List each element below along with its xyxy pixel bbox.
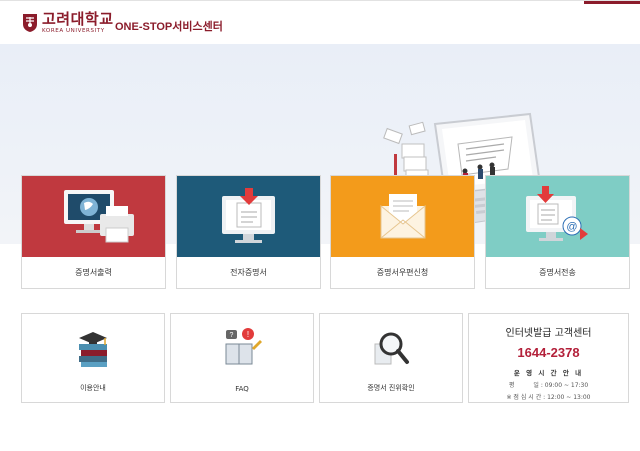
header: 고려대학교 KOREA UNIVERSITY ONE-STOP서비스센터 bbox=[0, 0, 640, 44]
weekday-hours: 평 일 : 09:00 ~ 17:30 bbox=[508, 382, 589, 389]
korea-university-logo[interactable]: 고려대학교 KOREA UNIVERSITY bbox=[22, 12, 114, 35]
quick-link-label: 증명서 진위확인 bbox=[367, 384, 415, 392]
quick-link-certificate-verification[interactable]: 증명서 진위확인 bbox=[319, 313, 463, 403]
card-certificate-print-image bbox=[22, 176, 165, 257]
operating-hours-title: 운 영 시 간 안 내 bbox=[513, 369, 584, 377]
svg-text:!: ! bbox=[247, 330, 249, 339]
quick-link-faq[interactable]: ? ! FAQ bbox=[170, 313, 314, 403]
crest-icon bbox=[23, 14, 37, 33]
card-certificate-transmission-image: @ bbox=[486, 176, 629, 257]
help-center-box: 인터넷발급 고객센터 1644-2378 운 영 시 간 안 내 평 일 : 0… bbox=[468, 313, 629, 403]
card-label: 증명서출력 bbox=[75, 268, 112, 277]
quick-link-label: 이용안내 bbox=[80, 384, 106, 392]
quick-link-label: FAQ bbox=[235, 385, 249, 393]
card-label: 전자증명서 bbox=[230, 268, 267, 277]
card-label: 증명서전송 bbox=[539, 268, 576, 277]
svg-text:@: @ bbox=[566, 221, 577, 233]
service-title[interactable]: ONE-STOP서비스센터 bbox=[115, 18, 223, 34]
faq-book-icon: ? ! bbox=[225, 328, 262, 365]
card-label: 증명서우편신청 bbox=[376, 268, 429, 277]
books-graduation-cap-icon bbox=[79, 332, 107, 367]
card-certificate-mail-request-image bbox=[331, 176, 474, 257]
monitor-download-icon bbox=[222, 188, 275, 243]
card-certificate-mail-request[interactable]: 증명서우편신청 bbox=[330, 175, 475, 289]
envelope-icon bbox=[380, 194, 426, 239]
help-center-title: 인터넷발급 고객센터 bbox=[505, 328, 592, 339]
svg-text:?: ? bbox=[230, 332, 234, 339]
card-certificate-transmission[interactable]: @ 증명서전송 bbox=[485, 175, 630, 289]
page: 고려대학교 KOREA UNIVERSITY ONE-STOP서비스센터 증명서… bbox=[0, 0, 640, 451]
card-electronic-certificate[interactable]: 전자증명서 bbox=[176, 175, 321, 289]
card-certificate-print[interactable]: 증명서출력 bbox=[21, 175, 166, 289]
magnifier-icon bbox=[374, 332, 409, 365]
lunch-hours: ※ 점 심 시 간 : 12:00 ~ 13:00 bbox=[506, 394, 591, 401]
logo-english-text: KOREA UNIVERSITY bbox=[42, 28, 105, 34]
computer-printer-icon bbox=[64, 190, 134, 243]
top-accent-bar bbox=[584, 1, 640, 4]
quick-link-usage-guide[interactable]: 이용안내 bbox=[21, 313, 165, 403]
monitor-email-icon: @ bbox=[526, 186, 588, 241]
help-center-phone[interactable]: 1644-2378 bbox=[469, 345, 628, 360]
logo-korean-text: 고려대학교 bbox=[42, 10, 114, 28]
card-electronic-certificate-image bbox=[177, 176, 320, 257]
